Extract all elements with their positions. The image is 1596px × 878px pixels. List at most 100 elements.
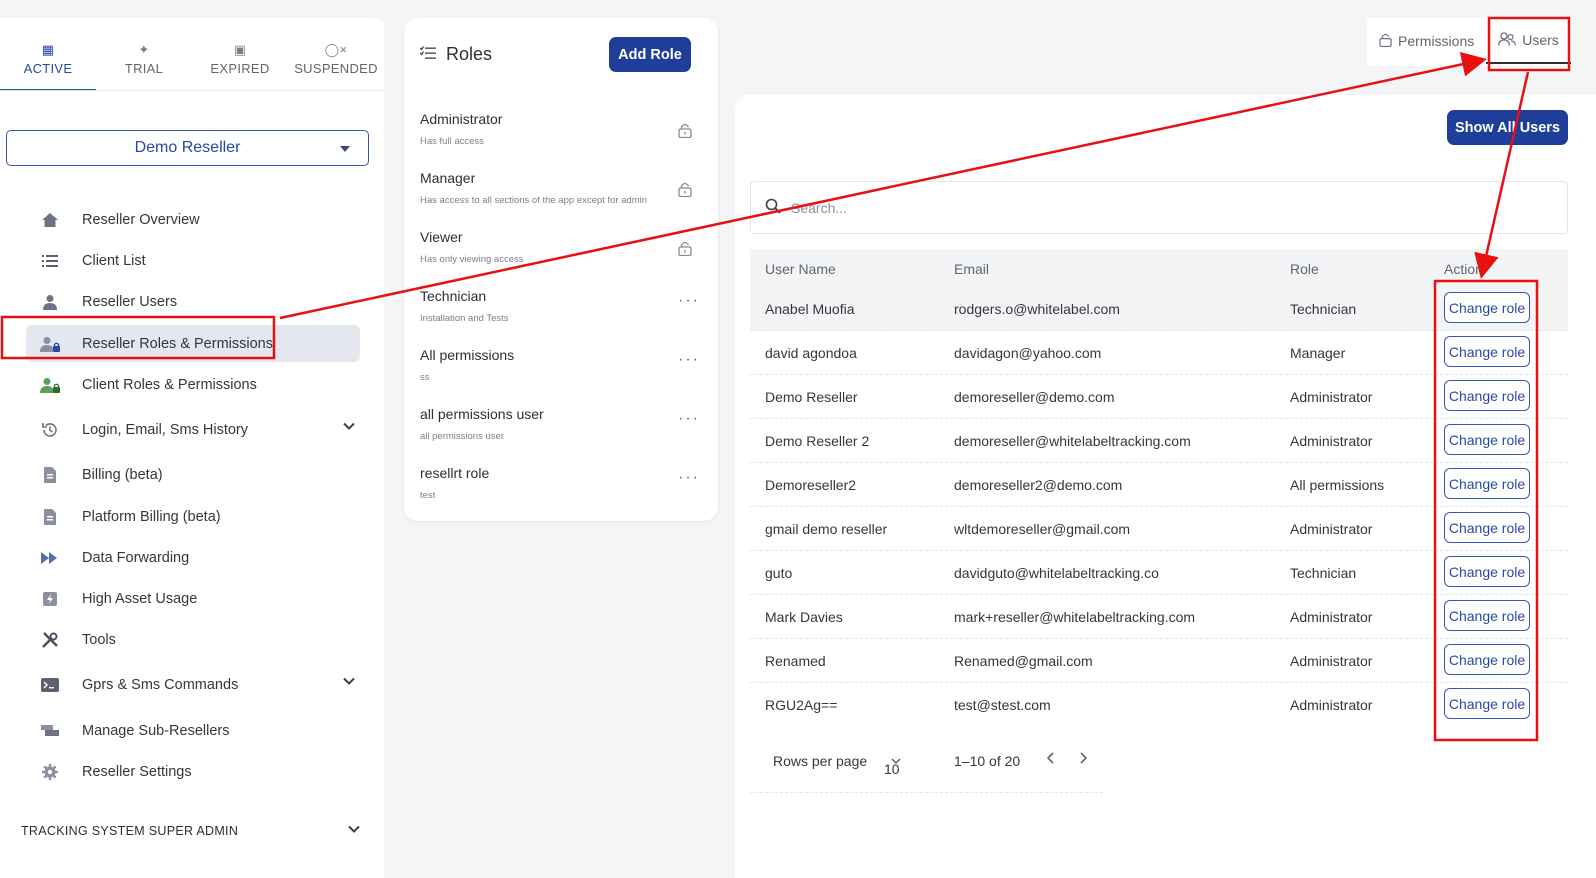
table-row: david agondoa davidagon@yahoo.com Manage… <box>750 331 1568 375</box>
stack-icon <box>40 721 60 741</box>
lock-icon <box>1379 33 1392 50</box>
list-icon <box>40 251 60 271</box>
users-panel: Show All Users User Name Email Role Acti… <box>735 95 1596 878</box>
tabs-divider <box>0 90 384 91</box>
sidebar-item-reseller-roles-permissions[interactable]: Reseller Roles & Permissions <box>26 325 360 362</box>
change-role-button[interactable]: Change role <box>1444 424 1530 455</box>
rows-per-page-label: Rows per page <box>773 753 868 769</box>
column-header-role[interactable]: Role <box>1290 261 1319 277</box>
terminal-icon <box>40 675 60 695</box>
search-box <box>750 181 1568 234</box>
change-role-button[interactable]: Change role <box>1444 688 1530 719</box>
tab-expired[interactable]: ▣ EXPIRED <box>192 18 288 91</box>
search-icon <box>765 198 781 218</box>
change-role-button[interactable]: Change role <box>1444 556 1530 587</box>
sidebar-item-reseller-settings[interactable]: Reseller Settings <box>26 753 360 790</box>
sidebar-item-tools[interactable]: Tools <box>26 621 360 658</box>
user-lock-icon <box>40 334 60 354</box>
sidebar-item-billing[interactable]: Billing (beta) <box>26 456 360 493</box>
sidebar-item-platform-billing[interactable]: Platform Billing (beta) <box>26 498 360 535</box>
change-role-button[interactable]: Change role <box>1444 600 1530 631</box>
table-row: Demo Reseller 2 demoreseller@whitelabelt… <box>750 419 1568 463</box>
sidebar-item-data-forwarding[interactable]: Data Forwarding <box>26 539 360 576</box>
sidebar-item-client-list[interactable]: Client List <box>26 242 360 279</box>
role-item-resellrt-role[interactable]: resellrt role test ··· <box>420 465 700 515</box>
home-icon <box>40 210 60 230</box>
caret-down-icon <box>340 146 350 152</box>
tab-active[interactable]: ▦ ACTIVE <box>0 18 96 91</box>
lock-icon <box>678 123 692 141</box>
user-icon <box>40 292 60 312</box>
role-item-administrator[interactable]: Administrator Has full access <box>420 111 700 161</box>
sidebar-item-gprs-sms-commands[interactable]: Gprs & Sms Commands <box>26 666 360 703</box>
roles-card: Roles Add Role Administrator Has full ac… <box>404 18 718 521</box>
table-row: guto davidguto@whitelabeltracking.co Tec… <box>750 551 1568 595</box>
table-row: gmail demo reseller wltdemoreseller@gmai… <box>750 507 1568 551</box>
sidebar-item-reseller-overview[interactable]: Reseller Overview <box>26 201 360 238</box>
column-header-action: Action <box>1444 261 1483 277</box>
role-item-viewer[interactable]: Viewer Has only viewing access <box>420 229 700 279</box>
prev-page-button[interactable] <box>1046 751 1056 770</box>
more-options-icon[interactable]: ··· <box>678 410 700 428</box>
reseller-select[interactable]: Demo Reseller <box>6 130 369 166</box>
change-role-button[interactable]: Change role <box>1444 644 1530 675</box>
sidebar-item-login-email-sms-history[interactable]: Login, Email, Sms History <box>26 411 360 448</box>
view-tabs: Permissions Users <box>1367 18 1571 66</box>
sidebar-item-manage-sub-resellers[interactable]: Manage Sub-Resellers <box>26 712 360 749</box>
users-lock-icon <box>40 375 60 395</box>
lock-icon <box>678 241 692 259</box>
change-role-button[interactable]: Change role <box>1444 292 1530 323</box>
rows-per-page-select[interactable]: 10 <box>884 753 902 777</box>
table-row: Renamed Renamed@gmail.com Administrator … <box>750 639 1568 683</box>
chevron-down-icon[interactable] <box>342 419 356 436</box>
search-input[interactable] <box>791 199 1491 216</box>
checklist-icon <box>419 45 436 64</box>
page-range: 1–10 of 20 <box>954 753 1021 769</box>
calendar-x-icon: ▣ <box>233 42 247 57</box>
users-table-header: User Name Email Role Action <box>750 249 1568 287</box>
column-header-email[interactable]: Email <box>954 261 989 277</box>
change-role-button[interactable]: Change role <box>1444 336 1530 367</box>
pagination: Rows per page 10 1–10 of 20 <box>750 745 1103 793</box>
tab-suspended[interactable]: ◯× SUSPENDED <box>288 18 384 91</box>
document-icon <box>40 465 60 485</box>
change-role-button[interactable]: Change role <box>1444 512 1530 543</box>
next-page-button[interactable] <box>1078 751 1088 770</box>
sidebar-item-client-roles-permissions[interactable]: Client Roles & Permissions <box>26 366 360 403</box>
roles-title: Roles <box>446 44 493 64</box>
tools-icon <box>40 630 60 650</box>
bolt-icon <box>40 589 60 609</box>
sidebar-item-reseller-users[interactable]: Reseller Users <box>26 283 360 320</box>
change-role-button[interactable]: Change role <box>1444 468 1530 499</box>
calendar-icon: ▦ <box>41 42 55 57</box>
history-icon <box>40 420 60 440</box>
forward-icon <box>40 548 60 568</box>
party-icon: ✦ <box>138 42 150 57</box>
column-header-user-name[interactable]: User Name <box>765 261 836 277</box>
role-item-manager[interactable]: Manager Has access to all sections of th… <box>420 170 700 220</box>
role-item-technician[interactable]: Technician Installation and Tests ··· <box>420 288 700 338</box>
gear-icon <box>40 762 60 782</box>
table-row: Demo Reseller demoreseller@demo.com Admi… <box>750 375 1568 419</box>
table-row: RGU2Ag== test@stest.com Administrator Ch… <box>750 683 1568 727</box>
sidebar: ▦ ACTIVE ✦ TRIAL ▣ EXPIRED ◯× SUSPENDED … <box>0 18 384 878</box>
status-tabs: ▦ ACTIVE ✦ TRIAL ▣ EXPIRED ◯× SUSPENDED <box>0 18 384 91</box>
chevron-down-icon <box>347 822 361 839</box>
tab-trial[interactable]: ✦ TRIAL <box>96 18 192 91</box>
change-role-button[interactable]: Change role <box>1444 380 1530 411</box>
tab-users[interactable]: Users <box>1486 18 1571 64</box>
chevron-down-icon[interactable] <box>342 674 356 691</box>
lock-icon <box>678 182 692 200</box>
more-options-icon[interactable]: ··· <box>678 469 700 487</box>
role-item-all-permissions-user[interactable]: all permissions user all permissions use… <box>420 406 700 456</box>
more-options-icon[interactable]: ··· <box>678 351 700 369</box>
roles-header: Roles <box>419 44 493 65</box>
add-role-button[interactable]: Add Role <box>609 37 691 72</box>
role-item-all-permissions[interactable]: All permissions ss ··· <box>420 347 700 397</box>
tab-permissions[interactable]: Permissions <box>1367 18 1486 64</box>
document-icon <box>40 507 60 527</box>
sidebar-item-high-asset-usage[interactable]: High Asset Usage <box>26 580 360 617</box>
tracking-system-super-admin-section[interactable]: TRACKING SYSTEM SUPER ADMIN <box>21 824 361 838</box>
more-options-icon[interactable]: ··· <box>678 292 700 310</box>
show-all-users-button[interactable]: Show All Users <box>1447 110 1568 145</box>
